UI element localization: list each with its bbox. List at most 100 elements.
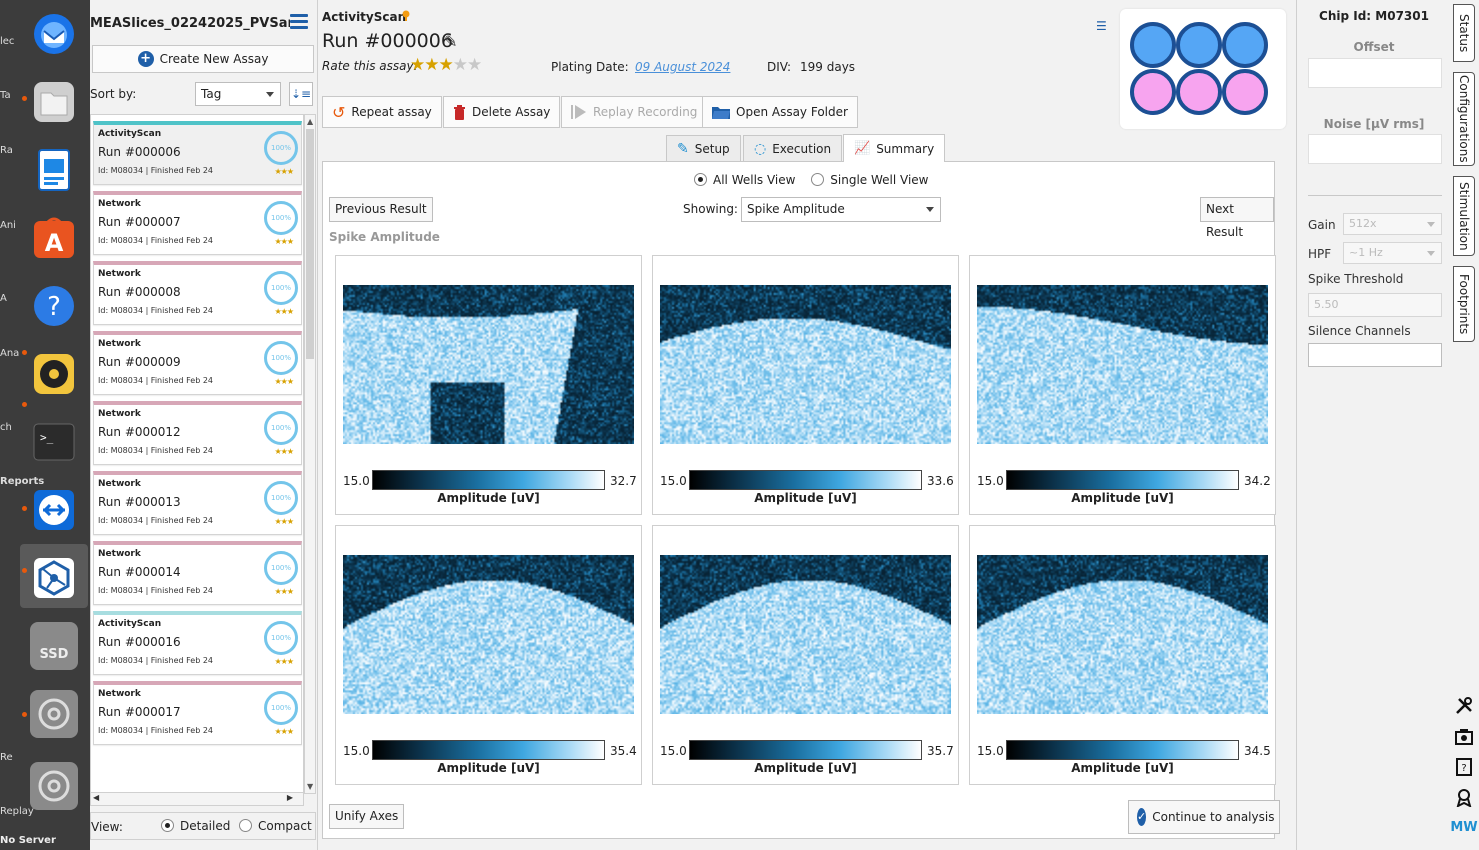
- plate-well[interactable]: [1222, 22, 1268, 68]
- rate-label: Rate this assay:: [322, 59, 418, 73]
- spike-amplitude-heatmap[interactable]: [977, 285, 1268, 444]
- continue-analysis-button[interactable]: ✓ Continue to analysis: [1128, 800, 1280, 834]
- star-empty-icon[interactable]: ★: [467, 55, 482, 75]
- scroll-down-icon[interactable]: ▼: [307, 782, 313, 791]
- rating-stars[interactable]: ★★★★★: [410, 55, 482, 75]
- spike-threshold-input[interactable]: 5.50: [1308, 293, 1442, 317]
- disc-icon-2[interactable]: [30, 762, 78, 810]
- gain-select[interactable]: 512x: [1343, 213, 1442, 235]
- scroll-right-icon[interactable]: ▶: [287, 793, 293, 802]
- colorbar-label: Amplitude [uV]: [754, 761, 857, 775]
- spike-amplitude-heatmap[interactable]: [343, 555, 634, 714]
- help-book-icon[interactable]: ?: [1452, 755, 1476, 779]
- tools-icon[interactable]: [1452, 694, 1476, 718]
- tab-stimulation[interactable]: Stimulation: [1453, 176, 1475, 256]
- spike-amplitude-heatmap[interactable]: [343, 285, 634, 444]
- info-pin-icon[interactable]: [402, 10, 410, 21]
- disc-icon[interactable]: [30, 690, 78, 738]
- star-empty-icon[interactable]: ★: [453, 55, 468, 75]
- sort-order-button[interactable]: ⇣≡: [289, 82, 313, 106]
- assay-card-type: Network: [98, 549, 141, 559]
- colorbar-min: 15.0: [343, 474, 370, 488]
- showing-select[interactable]: Spike Amplitude: [741, 197, 941, 222]
- assay-card[interactable]: Network Run #000009 Id: M08034 | Finished …: [93, 331, 302, 395]
- delete-assay-button[interactable]: Delete Assay: [443, 96, 561, 128]
- assay-card[interactable]: Network Run #000017 Id: M08034 | Finished …: [93, 681, 302, 745]
- settings-sliders-icon[interactable]: ☰: [1096, 19, 1108, 33]
- single-well-radio[interactable]: Single Well View: [811, 173, 929, 187]
- sort-select-value: Tag: [201, 87, 222, 101]
- progress-ring: 100%: [264, 481, 298, 515]
- plate-well[interactable]: [1176, 22, 1222, 68]
- repeat-assay-button[interactable]: ↺ Repeat assay: [322, 96, 442, 128]
- view-detailed-radio[interactable]: Detailed: [161, 819, 230, 833]
- assay-card[interactable]: ActivityScan Run #000006 Id: M08034 | Fini…: [93, 121, 302, 185]
- replay-recording-button[interactable]: Replay Recording: [561, 96, 708, 128]
- maxlab-live-icon[interactable]: [30, 554, 78, 602]
- plate-well[interactable]: [1176, 69, 1222, 115]
- app-center-icon[interactable]: A: [30, 214, 78, 262]
- spike-amplitude-heatmap[interactable]: [660, 555, 951, 714]
- teamviewer-icon[interactable]: [30, 486, 78, 534]
- spike-amplitude-heatmap[interactable]: [660, 285, 951, 444]
- previous-result-button[interactable]: Previous Result: [329, 197, 433, 222]
- assay-list-panel: MEASlices_02242025_PVSandCA + Create New…: [90, 0, 318, 850]
- spike-amplitude-heatmap[interactable]: [977, 555, 1268, 714]
- rhythmbox-icon[interactable]: [30, 350, 78, 398]
- assay-card[interactable]: Network Run #000012 Id: M08034 | Finished …: [93, 401, 302, 465]
- assay-card[interactable]: Network Run #000007 Id: M08034 | Finished …: [93, 191, 302, 255]
- list-horizontal-scrollbar[interactable]: ◀ ▶: [90, 792, 304, 806]
- files-icon[interactable]: [30, 78, 78, 126]
- plating-date-link[interactable]: 09 August 2024: [635, 60, 730, 74]
- create-assay-button[interactable]: + Create New Assay: [92, 45, 314, 73]
- sort-select[interactable]: Tag: [195, 82, 281, 106]
- terminal-icon[interactable]: >_: [30, 418, 78, 466]
- thunderbird-icon[interactable]: [30, 10, 78, 58]
- camera-icon[interactable]: [1452, 725, 1476, 749]
- all-wells-radio[interactable]: All Wells View: [694, 173, 795, 187]
- open-folder-button[interactable]: Open Assay Folder: [702, 96, 858, 128]
- star-filled-icon[interactable]: ★: [424, 55, 439, 75]
- assay-card[interactable]: Network Run #000013 Id: M08034 | Finished …: [93, 471, 302, 535]
- assay-card-type: ActivityScan: [98, 619, 162, 629]
- plate-well[interactable]: [1222, 69, 1268, 115]
- silence-channels-input[interactable]: [1308, 343, 1442, 367]
- star-filled-icon[interactable]: ★: [439, 55, 454, 75]
- edit-pencil-icon[interactable]: ✎: [444, 32, 457, 51]
- assay-card-stars: ★★★: [274, 237, 293, 246]
- well-plate-map[interactable]: [1120, 9, 1286, 129]
- colorbar: [372, 470, 605, 490]
- tab-execution[interactable]: ◌ Execution: [743, 135, 843, 161]
- list-vertical-scrollbar[interactable]: ▲ ▼: [304, 114, 316, 794]
- scroll-up-icon[interactable]: ▲: [307, 117, 313, 126]
- plus-icon: +: [137, 51, 154, 67]
- tab-configurations[interactable]: Configurations: [1453, 72, 1475, 166]
- div-value: 199 days: [800, 60, 856, 74]
- unify-axes-button[interactable]: Unify Axes: [329, 804, 405, 829]
- ssd-drive-icon[interactable]: SSD: [30, 622, 78, 670]
- assay-card[interactable]: Network Run #000014 Id: M08034 | Finished …: [93, 541, 302, 605]
- hpf-select[interactable]: ~1 Hz: [1343, 242, 1442, 264]
- assay-card[interactable]: Network Run #000008 Id: M08034 | Finished …: [93, 261, 302, 325]
- star-filled-icon[interactable]: ★: [410, 55, 425, 75]
- scroll-left-icon[interactable]: ◀: [93, 793, 99, 802]
- assay-card-type: Network: [98, 269, 141, 279]
- help-icon[interactable]: ?: [30, 282, 78, 330]
- plate-well[interactable]: [1130, 22, 1176, 68]
- tab-footprints[interactable]: Footprints: [1453, 266, 1475, 342]
- menu-icon[interactable]: [290, 14, 308, 30]
- progress-ring: 100%: [264, 691, 298, 725]
- assay-card[interactable]: ActivityScan Run #000016 Id: M08034 | Fini…: [93, 611, 302, 675]
- scrollbar-thumb[interactable]: [306, 129, 314, 359]
- well-heatmap-card: 15.0 35.7 Amplitude [uV]: [652, 525, 959, 785]
- showing-label: Showing:: [683, 202, 738, 216]
- plate-well[interactable]: [1130, 69, 1176, 115]
- view-compact-radio[interactable]: Compact: [239, 819, 312, 833]
- tab-summary[interactable]: 📈 Summary: [843, 134, 946, 162]
- libreoffice-impress-icon[interactable]: [30, 146, 78, 194]
- tab-status[interactable]: Status: [1453, 4, 1475, 62]
- award-icon[interactable]: [1452, 785, 1476, 809]
- next-result-button[interactable]: Next Result: [1200, 197, 1274, 239]
- tab-setup[interactable]: ✎ Setup: [666, 135, 741, 161]
- assay-card-meta: Id: M08034 | Finished Feb 24: [98, 656, 214, 665]
